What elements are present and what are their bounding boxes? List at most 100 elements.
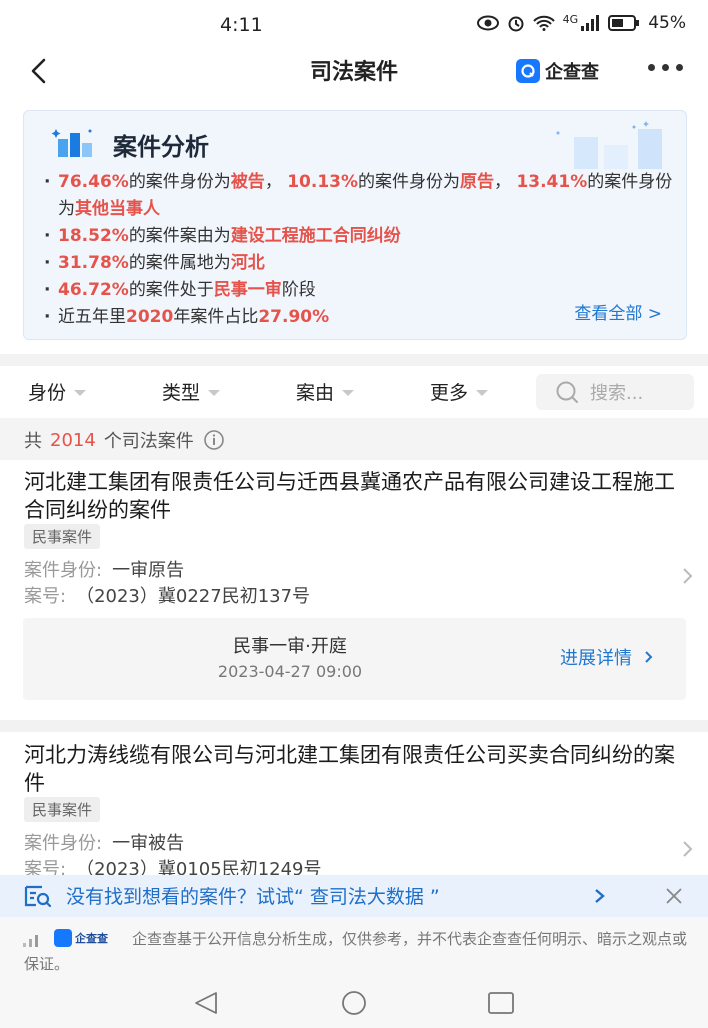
nav-recents-icon[interactable]: [487, 991, 515, 1015]
chevron-right-icon[interactable]: [680, 839, 696, 859]
status-icons: 4G 45%: [476, 12, 686, 33]
brand[interactable]: 企查查: [516, 58, 599, 84]
brand-logo-icon: [516, 59, 540, 83]
battery-level: 45%: [648, 13, 686, 33]
case-title[interactable]: 河北建工集团有限责任公司与迁西县冀通农产品有限公司建设工程施工合同纠纷的案件: [24, 468, 684, 524]
case-progress[interactable]: 民事一审·开庭 2023-04-27 09:00 进展详情: [23, 618, 686, 700]
case-number-value: （2023）冀0227民初137号: [76, 586, 311, 607]
count-bar: 共 2014 个司法案件: [0, 418, 708, 460]
count-number: 2014: [50, 429, 96, 451]
big-data-banner[interactable]: 没有找到想看的案件？试试“ 查司法大数据 ”: [0, 875, 708, 917]
filter-label: 更多: [430, 382, 469, 404]
analysis-highlight: 10.13%: [287, 172, 359, 192]
analysis-highlight: 18.52%: [58, 226, 129, 246]
bar-chart-icon: [52, 129, 92, 157]
view-all-link[interactable]: 查看全部 >: [574, 299, 662, 324]
analysis-text: 的案件案由为: [128, 226, 231, 246]
analysis-title: 案件分析: [113, 133, 209, 161]
case-type-badge: 民事案件: [24, 524, 101, 549]
case-role-value: 一审原告: [112, 560, 185, 581]
progress-detail-link[interactable]: 进展详情: [560, 644, 654, 670]
eye-icon: [476, 15, 499, 31]
case-count: 共 2014 个司法案件: [24, 427, 226, 453]
caret-down-icon: [476, 390, 489, 396]
count-suffix: 个司法案件: [103, 431, 194, 452]
search-placeholder: 搜索...: [590, 383, 644, 404]
chevron-right-icon[interactable]: [680, 566, 696, 586]
analysis-text: 的案件身份为: [358, 172, 461, 192]
analysis-text: 近五年里: [58, 307, 126, 327]
section-divider: [0, 720, 708, 732]
case-role-label: 案件身份:: [24, 833, 103, 854]
analysis-item: 31.78%的案件属地为河北: [44, 250, 674, 277]
system-nav-bar: [0, 977, 708, 1028]
analysis-text: ，: [494, 172, 517, 192]
analysis-text: ，: [264, 172, 288, 192]
battery-icon: [608, 15, 640, 31]
filter-cause[interactable]: 案由: [296, 378, 355, 405]
case-card[interactable]: 河北力涛线缆有限公司与河北建工集团有限责任公司买卖合同纠纷的案件 民事案件 案件…: [0, 741, 708, 880]
disclaimer: 企查查 企查查基于公开信息分析生成，仅供参考，并不代表企查查任何明示、暗示之观点…: [0, 917, 708, 977]
network-type: 4G: [562, 12, 579, 26]
section-divider: [0, 354, 708, 366]
search-icon: [556, 381, 578, 403]
filter-more[interactable]: 更多: [430, 378, 489, 405]
analysis-text: 的案件属地为: [128, 253, 231, 273]
caret-down-icon: [74, 390, 87, 396]
analysis-highlight: 13.41%: [516, 172, 588, 192]
analysis-highlight: 76.46%: [58, 172, 129, 192]
chevron-right-icon: [645, 651, 653, 663]
status-bar: 4:11 4G 45%: [0, 0, 708, 50]
analysis-highlight: 46.72%: [58, 280, 129, 300]
signal-icon: [581, 15, 600, 31]
search-input[interactable]: 搜索...: [536, 374, 694, 410]
decorative-chart-icon: [556, 121, 662, 169]
case-type-badge: 民事案件: [24, 797, 101, 822]
status-time: 4:11: [220, 14, 263, 36]
close-icon[interactable]: [664, 886, 684, 906]
alarm-icon: [508, 16, 524, 32]
nav-home-icon[interactable]: [339, 991, 369, 1015]
analysis-item: 76.46%的案件身份为被告， 10.13%的案件身份为原告， 13.41%的案…: [44, 169, 674, 223]
caret-down-icon: [208, 390, 221, 396]
analysis-text: 的案件处于: [128, 280, 214, 300]
progress-date: 2023-04-27 09:00: [217, 662, 363, 681]
analysis-highlight: 27.90%: [258, 307, 330, 327]
analysis-text: 阶段: [281, 280, 316, 300]
analysis-card: 案件分析 76.46%的案件身份为被告， 10.13%的案件身份为原告， 13.…: [23, 110, 687, 340]
wifi-icon: [532, 15, 555, 31]
nav-back-icon[interactable]: [193, 991, 219, 1015]
banner-text[interactable]: 没有找到想看的案件？试试“ 查司法大数据 ”: [66, 882, 440, 909]
case-number-label: 案号:: [24, 586, 67, 607]
data-search-icon: [24, 885, 52, 908]
analysis-item: 18.52%的案件案由为建设工程施工合同纠纷: [44, 223, 674, 250]
more-icon[interactable]: [648, 64, 686, 76]
progress-stage: 民事一审·开庭: [233, 636, 347, 657]
caret-down-icon: [342, 390, 355, 396]
progress-detail-label: 进展详情: [560, 648, 632, 669]
filter-type[interactable]: 类型: [162, 378, 221, 405]
analysis-highlight: 建设工程施工合同纠纷: [230, 226, 401, 246]
case-card[interactable]: 河北建工集团有限责任公司与迁西县冀通农产品有限公司建设工程施工合同纠纷的案件 民…: [0, 468, 708, 720]
chevron-right-icon[interactable]: [594, 888, 606, 904]
filter-identity[interactable]: 身份: [28, 378, 87, 405]
case-role-value: 一审被告: [112, 833, 185, 854]
disclaimer-text: 企查查基于公开信息分析生成，仅供参考，并不代表企查查任何明示、暗示之观点或保证。: [24, 930, 688, 973]
analysis-text: 的案件身份为: [128, 172, 231, 192]
count-prefix: 共: [24, 431, 42, 452]
analysis-highlight: 原告: [460, 172, 495, 192]
analysis-highlight: 民事一审: [213, 280, 282, 300]
info-icon[interactable]: [202, 428, 226, 452]
filter-label: 类型: [162, 382, 201, 404]
case-role: 案件身份: 一审原告: [24, 556, 184, 582]
case-title[interactable]: 河北力涛线缆有限公司与河北建工集团有限责任公司买卖合同纠纷的案件: [24, 741, 684, 797]
analysis-highlight: 河北: [230, 253, 265, 273]
brand-name: 企查查: [545, 62, 599, 83]
filter-bar: 身份 类型 案由 更多 搜索...: [0, 368, 708, 416]
case-role: 案件身份: 一审被告: [24, 829, 184, 855]
page-title: 司法案件: [309, 60, 398, 85]
filter-label: 案由: [296, 382, 335, 404]
analysis-text: 年案件占比: [173, 307, 259, 327]
filter-label: 身份: [28, 382, 67, 404]
case-number: 案号: （2023）冀0227民初137号: [24, 582, 310, 608]
